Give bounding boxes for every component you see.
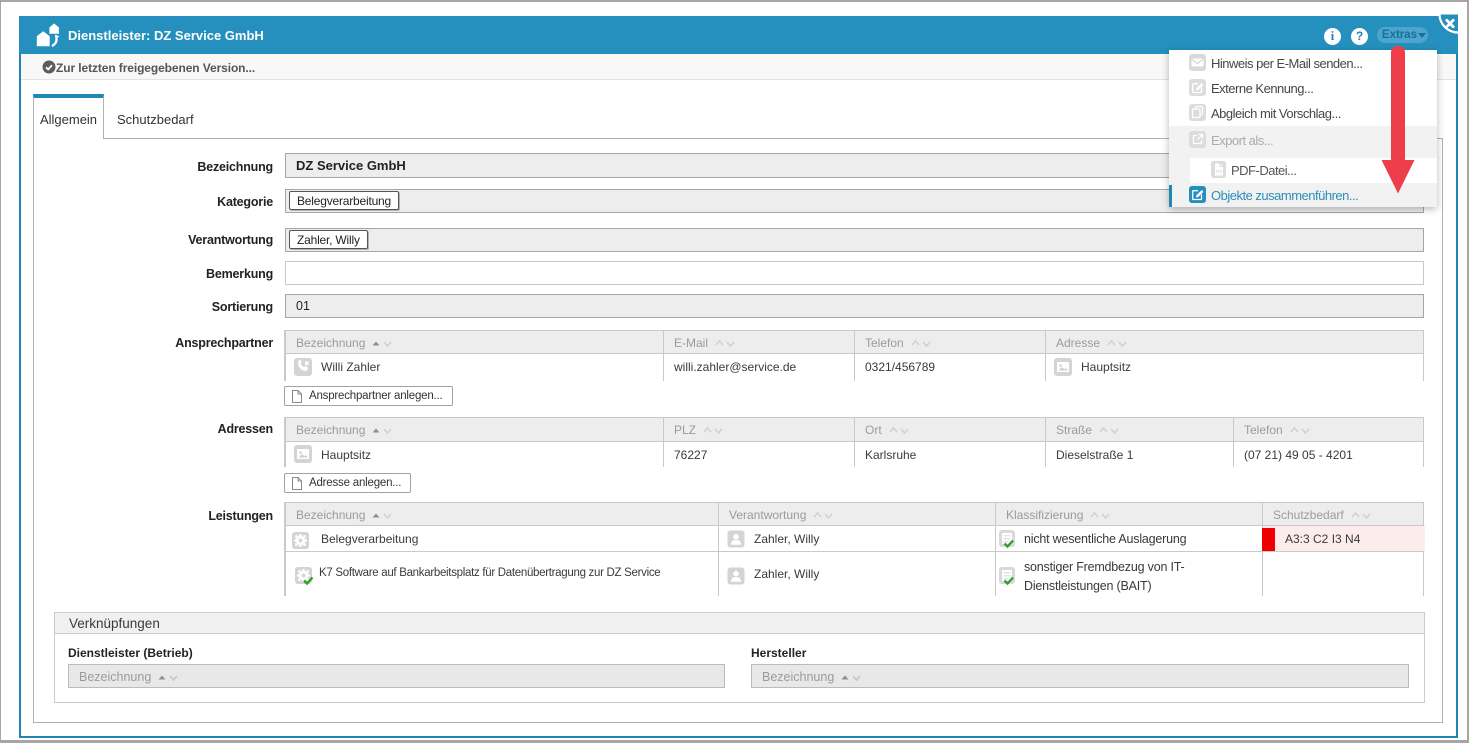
svg-text:PDF: PDF [1216, 169, 1224, 174]
